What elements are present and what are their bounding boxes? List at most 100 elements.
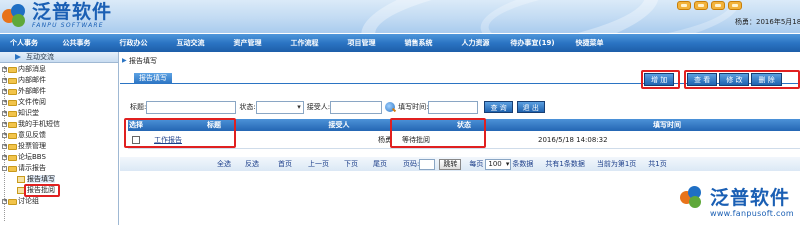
sidebar-item-file-circulation[interactable]: + 文件传阅 <box>0 97 118 108</box>
sidebar-header[interactable]: 互动交流 <box>0 52 118 63</box>
document-icon <box>17 176 25 183</box>
nav-item-personal[interactable]: 个人事务 <box>0 34 48 52</box>
sidebar-item-internal-messages[interactable]: + 内部消息 <box>0 64 118 75</box>
first-page-link[interactable]: 首页 <box>278 159 292 169</box>
per-page-suffix: 条数据 <box>512 160 534 168</box>
breadcrumb-arrow-icon: ▶ <box>122 57 127 64</box>
logout-icon[interactable] <box>728 1 742 10</box>
time-filter-input[interactable] <box>428 100 479 114</box>
nav-item-sales[interactable]: 销售系统 <box>390 34 447 52</box>
col-time[interactable]: 填写时间 <box>534 119 800 131</box>
current-date: 2016年5月18日 <box>756 18 800 26</box>
pagination-bar: 全选 反选 首页 上一页 下页 尾页 页码: 跳转 每页 100 条数据 共有1… <box>120 157 800 171</box>
folder-icon <box>8 67 17 73</box>
select-all-link[interactable]: 全选 <box>217 159 231 169</box>
nav-item-interaction[interactable]: 互动交流 <box>162 34 219 52</box>
sidebar: 互动交流 + 内部消息 + 内部邮件 + 外部邮件 + 文件传阅 + 知识堂 + 我的手机短… <box>0 52 119 225</box>
sidebar-item-external-mail[interactable]: + 外部邮件 <box>0 86 118 97</box>
jump-button[interactable]: 跳转 <box>439 158 462 170</box>
nav-item-shortcuts[interactable]: 快捷菜单 <box>561 34 618 52</box>
highlight-box-actions <box>684 70 800 89</box>
sidebar-item-discussion[interactable]: + 讨论组 <box>0 196 118 207</box>
highlight-box-status <box>390 118 486 148</box>
expand-icon[interactable]: + <box>2 67 7 72</box>
nav-item-assets[interactable]: 资产管理 <box>219 34 276 52</box>
folder-icon <box>8 111 17 117</box>
folder-icon <box>8 89 17 95</box>
time-filter-label: 填写时间: <box>398 103 429 111</box>
per-page-label: 每页 <box>469 160 484 168</box>
folder-open-icon <box>8 166 17 172</box>
query-button[interactable]: 查 询 <box>484 101 513 113</box>
col-receiver[interactable]: 接受人 <box>284 119 394 131</box>
row-time: 2016/5/18 14:08:32 <box>538 136 608 144</box>
title-filter-input[interactable] <box>146 100 237 114</box>
receiver-filter-label: 接受人: <box>306 103 331 111</box>
folder-icon <box>8 144 17 150</box>
refresh-icon[interactable] <box>694 1 708 10</box>
main-content: ▶ 报告填写 报告填写 增 加 查 看 修 改 删 除 标题: 状态: 接受人:… <box>120 52 800 225</box>
tab-report-fill[interactable]: 报告填写 <box>134 73 172 84</box>
filter-bar: 标题: 状态: 接受人: 填写时间: 查 询 退 出 <box>120 99 800 115</box>
total-pages: 共1页 <box>648 160 667 168</box>
expand-icon[interactable]: + <box>2 100 7 105</box>
help-icon[interactable] <box>711 1 725 10</box>
expand-arrow-icon <box>15 54 21 60</box>
logo-name-cn: 泛普软件 <box>32 1 113 23</box>
sidebar-item-sms[interactable]: + 我的手机短信 <box>0 119 118 130</box>
watermark-logo: 泛普软件 www.fanpusoft.com <box>680 180 800 225</box>
receiver-filter-input[interactable] <box>330 100 383 114</box>
nav-item-todo[interactable]: 待办事宜(19) <box>504 34 561 52</box>
folder-icon <box>8 155 17 161</box>
window-controls <box>677 1 742 10</box>
main-nav: 个人事务 公共事务 行政办公 互动交流 资产管理 工作流程 项目管理 销售系统 … <box>0 34 800 52</box>
highlight-box-add <box>641 70 680 89</box>
nav-item-hr[interactable]: 人力资源 <box>447 34 504 52</box>
expand-icon[interactable]: + <box>2 89 7 94</box>
logo-mark-icon <box>2 3 28 29</box>
folder-icon <box>8 122 17 128</box>
per-page-select[interactable]: 100 <box>485 158 512 170</box>
expand-icon[interactable]: + <box>2 155 7 160</box>
home-icon[interactable] <box>677 1 691 10</box>
user-info: 杨勇：2016年5月18日 <box>735 17 800 27</box>
user-name: 杨勇 <box>735 18 749 26</box>
next-page-link[interactable]: 下页 <box>344 159 358 169</box>
invert-selection-link[interactable]: 反选 <box>245 159 259 169</box>
highlight-box-title <box>124 118 236 148</box>
sidebar-item-internal-mail[interactable]: + 内部邮件 <box>0 75 118 86</box>
collapse-icon[interactable]: - <box>2 166 7 171</box>
sidebar-item-knowledge[interactable]: + 知识堂 <box>0 108 118 119</box>
expand-icon[interactable]: + <box>2 199 7 204</box>
status-filter-select[interactable] <box>255 100 304 114</box>
sidebar-item-voting[interactable]: + 投票管理 <box>0 141 118 152</box>
page-number-input[interactable] <box>419 158 436 170</box>
sidebar-item-bbs[interactable]: + 论坛BBS <box>0 152 118 163</box>
exit-button[interactable]: 退 出 <box>516 101 545 113</box>
expand-icon[interactable]: + <box>2 133 7 138</box>
nav-item-projects[interactable]: 项目管理 <box>333 34 390 52</box>
user-picker-icon[interactable] <box>385 102 396 112</box>
folder-icon <box>8 133 17 139</box>
expand-icon[interactable]: + <box>2 144 7 149</box>
expand-icon[interactable]: + <box>2 78 7 83</box>
nav-item-workflow[interactable]: 工作流程 <box>276 34 333 52</box>
row-receiver: 杨勇 <box>378 136 392 144</box>
sidebar-item-feedback[interactable]: + 意见反馈 <box>0 130 118 141</box>
status-filter-label: 状态: <box>239 103 256 111</box>
last-page-link[interactable]: 尾页 <box>373 159 387 169</box>
expand-icon[interactable]: + <box>2 122 7 127</box>
folder-icon <box>8 199 17 205</box>
breadcrumb: 报告填写 <box>129 57 157 65</box>
page-number-label: 页码: <box>403 160 420 168</box>
watermark-name: 泛普软件 <box>710 187 791 209</box>
sidebar-item-reports[interactable]: - 请示报告 <box>0 163 118 174</box>
prev-page-link[interactable]: 上一页 <box>308 159 329 169</box>
expand-icon[interactable]: + <box>2 111 7 116</box>
folder-icon <box>8 78 17 84</box>
highlight-box-sidebar <box>24 184 60 197</box>
total-records: 共有1条数据 <box>545 160 585 168</box>
nav-item-admin[interactable]: 行政办公 <box>105 34 162 52</box>
sidebar-header-label: 互动交流 <box>26 53 54 61</box>
nav-item-public[interactable]: 公共事务 <box>48 34 105 52</box>
